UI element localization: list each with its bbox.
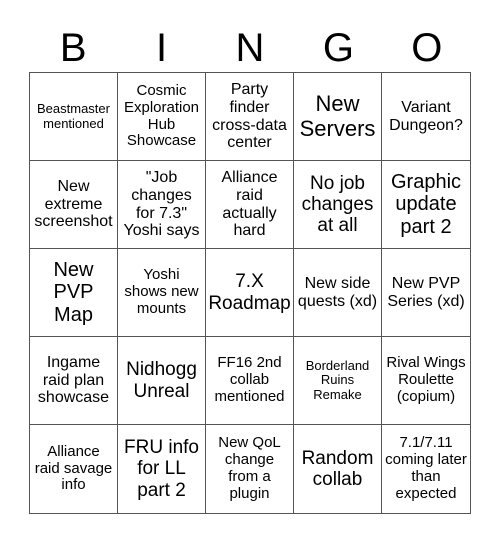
bingo-cell[interactable]: Party finder cross-data center [206,73,294,161]
bingo-cell[interactable]: Borderland Ruins Remake [294,337,382,425]
bingo-cell[interactable]: Random collab [294,425,382,513]
bingo-cell[interactable]: Graphic update part 2 [382,161,470,249]
bingo-cell[interactable]: New Servers [294,73,382,161]
bingo-cell[interactable]: New QoL change from a plugin [206,425,294,513]
header-letter-b: B [59,26,87,70]
bingo-cell[interactable]: FF16 2nd collab mentioned [206,337,294,425]
bingo-cell[interactable]: Beastmaster mentioned [30,73,118,161]
bingo-cell[interactable]: No job changes at all [294,161,382,249]
bingo-header: B I N G O [29,24,471,72]
bingo-cell[interactable]: New extreme screenshot [30,161,118,249]
bingo-cell[interactable]: Nidhogg Unreal [118,337,206,425]
bingo-cell[interactable]: Cosmic Exploration Hub Showcase [118,73,206,161]
bingo-cell[interactable]: 7.1/7.11 coming later than expected [382,425,470,513]
header-letter-o: O [411,26,443,70]
bingo-cell[interactable]: FRU info for LL part 2 [118,425,206,513]
header-letter-g: G [322,26,354,70]
bingo-cell[interactable]: Alliance raid savage info [30,425,118,513]
bingo-cell[interactable]: New side quests (xd) [294,249,382,337]
bingo-cell[interactable]: 7.X Roadmap [206,249,294,337]
bingo-cell[interactable]: Variant Dungeon? [382,73,470,161]
bingo-cell[interactable]: New PVP Series (xd) [382,249,470,337]
header-letter-i: I [156,26,168,70]
bingo-cell[interactable]: New PVP Map [30,249,118,337]
bingo-cell[interactable]: Ingame raid plan showcase [30,337,118,425]
header-letter-n: N [235,26,265,70]
bingo-cell[interactable]: "Job changes for 7.3" Yoshi says [118,161,206,249]
bingo-cell[interactable]: Rival Wings Roulette (copium) [382,337,470,425]
bingo-cell[interactable]: Yoshi shows new mounts [118,249,206,337]
bingo-grid: Beastmaster mentioned Cosmic Exploration… [29,72,471,514]
bingo-cell[interactable]: Alliance raid actually hard [206,161,294,249]
